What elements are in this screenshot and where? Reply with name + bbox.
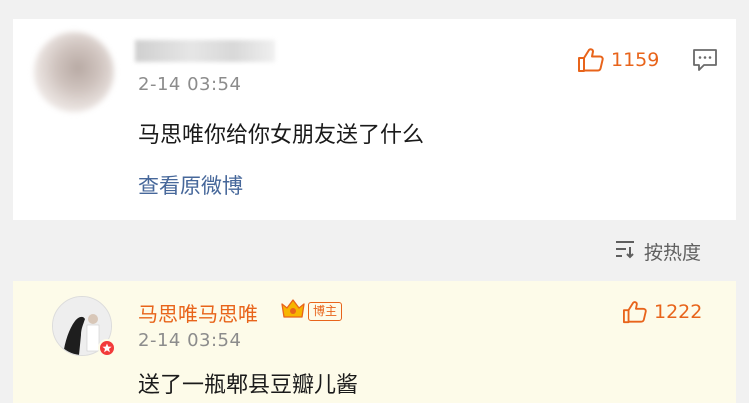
avatar[interactable] <box>34 32 114 112</box>
reply-text: 送了一瓶郫县豆瓣儿酱 <box>138 373 359 398</box>
reply-time: 2-14 03:54 <box>138 330 242 351</box>
sort-label: 按热度 <box>644 242 702 264</box>
reply-like-button[interactable]: 1222 <box>622 300 702 324</box>
blogger-badge: 博主 <box>308 302 343 321</box>
like-count: 1159 <box>611 49 660 71</box>
reply-like-count: 1222 <box>654 301 703 323</box>
thumbs-up-icon <box>577 47 605 73</box>
thumbs-up-icon <box>622 300 648 324</box>
blogger-name[interactable]: 马思唯马思唯 <box>138 298 258 327</box>
view-original-link[interactable]: 查看原微博 <box>138 170 243 200</box>
sort-icon <box>614 239 636 264</box>
sort-by-hot-button[interactable]: 按热度 <box>614 238 701 265</box>
comment-bubble-icon[interactable] <box>692 48 718 76</box>
comment-time: 2-14 03:54 <box>138 74 242 95</box>
crown-icon <box>280 297 306 325</box>
verified-badge-icon <box>98 339 116 357</box>
commenter-name-blurred[interactable] <box>135 40 275 62</box>
comment-text: 马思唯你给你女朋友送了什么 <box>138 123 425 148</box>
like-button[interactable]: 1159 <box>577 47 659 73</box>
